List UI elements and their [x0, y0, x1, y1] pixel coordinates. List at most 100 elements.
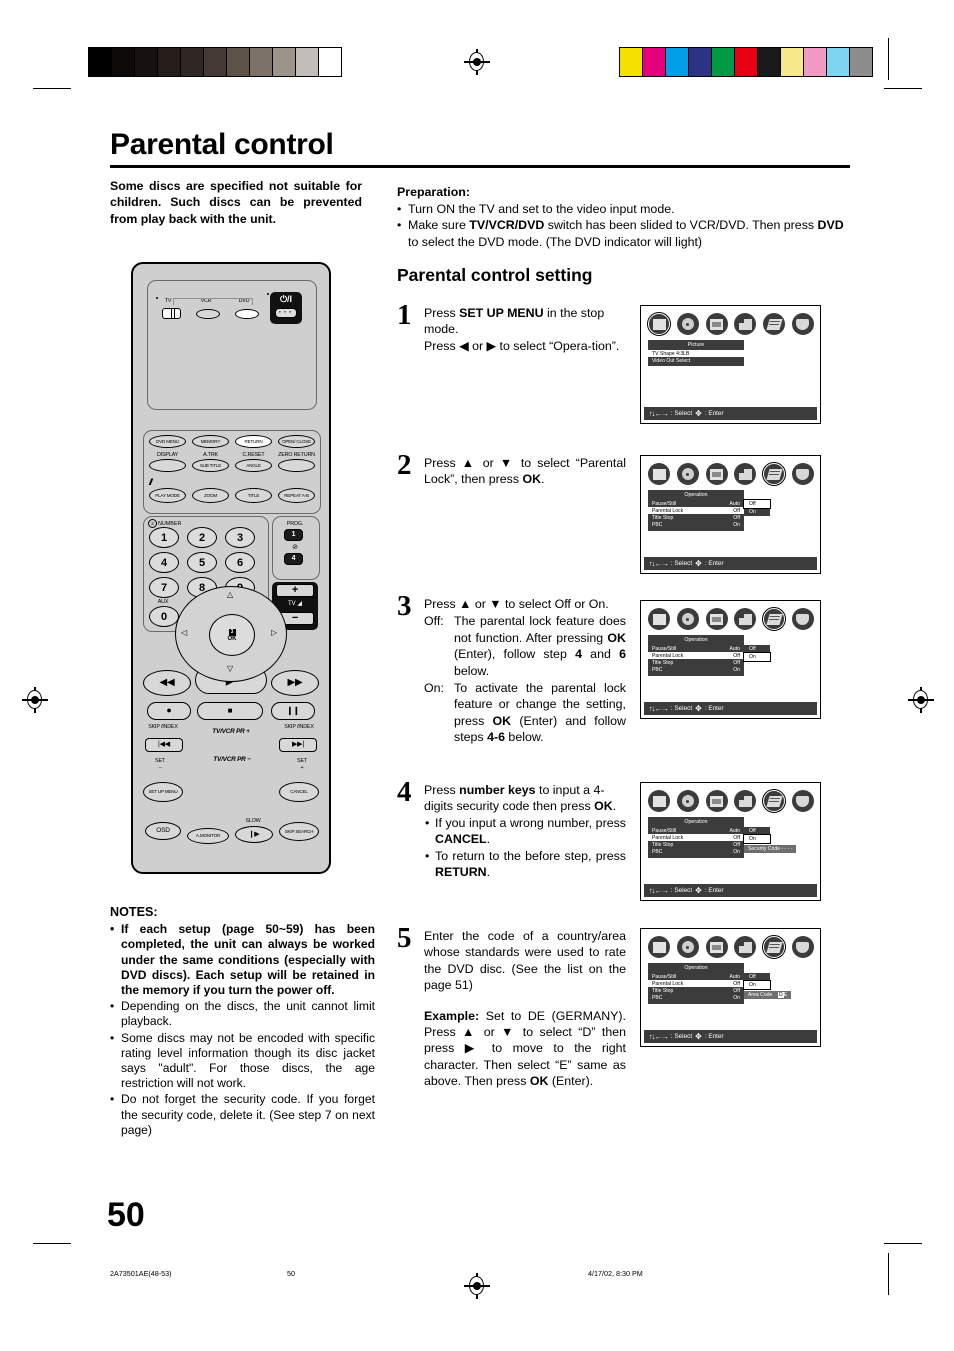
osd3-option-on[interactable]: On	[743, 651, 771, 662]
osd2-row-parental[interactable]: Parental Lock Off	[648, 507, 744, 515]
others-icon[interactable]	[791, 936, 814, 958]
prog-1-button[interactable]: 1	[284, 529, 303, 541]
skip-forward-button[interactable]: ▶▶|	[279, 738, 317, 752]
return-button[interactable]: RETURN	[235, 435, 272, 448]
osd5-area-code-char2[interactable]: E	[784, 992, 787, 998]
mode-switch-slider[interactable]	[162, 308, 181, 319]
language-icon[interactable]	[705, 936, 728, 958]
picture-icon[interactable]	[648, 936, 670, 958]
osd-button[interactable]: OSD	[145, 822, 181, 840]
osd5-row-parental[interactable]: Parental Lock Off	[648, 980, 744, 988]
stop-button[interactable]: ■	[197, 702, 263, 720]
number-button-1[interactable]: 1	[149, 527, 179, 548]
osd2-row-title-stop[interactable]: Title Stop Off	[648, 514, 744, 521]
osd5-row-title-stop[interactable]: Title Stop Off	[648, 987, 744, 994]
subtitle-button[interactable]: SUB TITLE	[192, 459, 229, 472]
operation-icon[interactable]	[763, 313, 786, 335]
audio-disc-icon[interactable]	[676, 313, 699, 335]
operation-icon[interactable]	[762, 935, 787, 959]
operation-icon[interactable]	[762, 607, 787, 631]
osd5-row-pause[interactable]: Pause/Still Auto	[648, 973, 744, 980]
pause-button[interactable]: ❙❙	[271, 702, 315, 720]
osd4-option-off[interactable]: Off	[744, 827, 770, 835]
osd4-row-pbc[interactable]: PBC On	[648, 849, 744, 856]
dvd-button[interactable]	[235, 309, 259, 319]
others-icon[interactable]	[791, 313, 814, 335]
osd4-option-on[interactable]: On	[743, 833, 771, 844]
a-monitor-button[interactable]: A.MONITOR	[187, 828, 229, 844]
number-button-6[interactable]: 6	[225, 552, 255, 573]
osd4-row-parental[interactable]: Parental Lock Off	[648, 834, 744, 842]
others-icon[interactable]	[791, 463, 814, 485]
language-icon[interactable]	[705, 463, 728, 485]
title-button[interactable]: TITLE	[235, 488, 272, 503]
picture-icon[interactable]	[647, 312, 671, 336]
setup-menu-button[interactable]: SET UP MENU	[143, 782, 183, 802]
osd2-option-on[interactable]: On	[744, 508, 770, 516]
osd1-row-1[interactable]: TV Shape 4:3LB	[648, 350, 744, 358]
skip-search-button[interactable]: SKIP SEARCH	[279, 822, 319, 841]
open-close-button[interactable]: OPEN/ CLOSE	[278, 435, 315, 448]
others-icon[interactable]	[791, 790, 814, 812]
navigation-dpad[interactable]: △ ◁ ▷ ▽ 3 OK	[175, 586, 287, 682]
osd3-row-pause[interactable]: Pause/Still Auto	[648, 645, 744, 652]
display-window-icon[interactable]	[734, 463, 757, 485]
osd3-row-parental[interactable]: Parental Lock Off	[648, 652, 744, 660]
audio-disc-icon[interactable]	[676, 463, 699, 485]
power-button[interactable]: ∘∘∘	[275, 308, 297, 318]
number-button-5[interactable]: 5	[187, 552, 217, 573]
osd5-option-on[interactable]: On	[743, 979, 771, 990]
language-icon[interactable]	[705, 608, 728, 630]
osd1-row-2[interactable]: Video Out Select	[648, 357, 744, 364]
audio-disc-icon[interactable]	[676, 936, 699, 958]
osd2-row-pbc[interactable]: PBC On	[648, 522, 744, 529]
display-window-icon[interactable]	[734, 608, 757, 630]
picture-icon[interactable]	[648, 790, 670, 812]
dpad-left-icon[interactable]: ◁	[181, 628, 187, 637]
record-button[interactable]: ●	[147, 702, 191, 720]
osd5-row-pbc[interactable]: PBC On	[648, 995, 744, 1002]
display-window-icon[interactable]	[734, 313, 757, 335]
osd2-option-off[interactable]: Off	[743, 499, 771, 509]
audio-disc-icon[interactable]	[676, 790, 699, 812]
slow-button[interactable]: ❙▶	[235, 826, 273, 843]
repeat-ab-button[interactable]: REPEAT A-B	[278, 488, 315, 503]
zero-return-button[interactable]	[278, 459, 315, 472]
cancel-button[interactable]: CANCEL	[279, 782, 319, 802]
skip-back-button[interactable]: |◀◀	[145, 738, 183, 752]
zoom-button[interactable]: ZOOM	[192, 488, 229, 503]
play-mode-button[interactable]: PLAY MODE	[149, 488, 186, 503]
osd5-area-code-field[interactable]: Area Code DE	[744, 991, 792, 1000]
osd3-row-title-stop[interactable]: Title Stop Off	[648, 659, 744, 666]
angle-button[interactable]: ANGLE	[235, 459, 272, 472]
osd3-row-pbc[interactable]: PBC On	[648, 667, 744, 674]
osd3-option-off[interactable]: Off	[744, 645, 770, 653]
picture-icon[interactable]	[648, 608, 670, 630]
number-button-3[interactable]: 3	[225, 527, 255, 548]
osd4-row-title-stop[interactable]: Title Stop Off	[648, 841, 744, 848]
display-button[interactable]	[149, 459, 186, 472]
memory-button[interactable]: MEMORY	[192, 435, 229, 448]
operation-icon[interactable]	[762, 462, 787, 486]
operation-icon[interactable]	[762, 789, 787, 813]
number-button-4[interactable]: 4	[149, 552, 179, 573]
dpad-right-icon[interactable]: ▷	[271, 628, 277, 637]
prog-4-button[interactable]: 4	[284, 553, 303, 565]
vcr-button[interactable]	[196, 309, 220, 319]
osd4-row-pause[interactable]: Pause/Still Auto	[648, 827, 744, 834]
ok-button[interactable]: 3 OK	[209, 614, 255, 656]
language-icon[interactable]	[705, 790, 728, 812]
number-button-2[interactable]: 2	[187, 527, 217, 548]
others-icon[interactable]	[791, 608, 814, 630]
osd4-security-code-field[interactable]: Security Code - - - -	[744, 845, 797, 854]
dpad-up-icon[interactable]: △	[227, 590, 233, 599]
language-icon[interactable]	[705, 313, 728, 335]
display-window-icon[interactable]	[734, 790, 757, 812]
audio-disc-icon[interactable]	[676, 608, 699, 630]
dvd-menu-button[interactable]: DVD MENU	[149, 435, 186, 448]
display-window-icon[interactable]	[734, 936, 757, 958]
picture-icon[interactable]	[648, 463, 670, 485]
dpad-down-icon[interactable]: ▽	[227, 664, 233, 673]
osd2-row-pause[interactable]: Pause/Still Auto	[648, 500, 744, 507]
osd5-option-off[interactable]: Off	[744, 973, 770, 981]
